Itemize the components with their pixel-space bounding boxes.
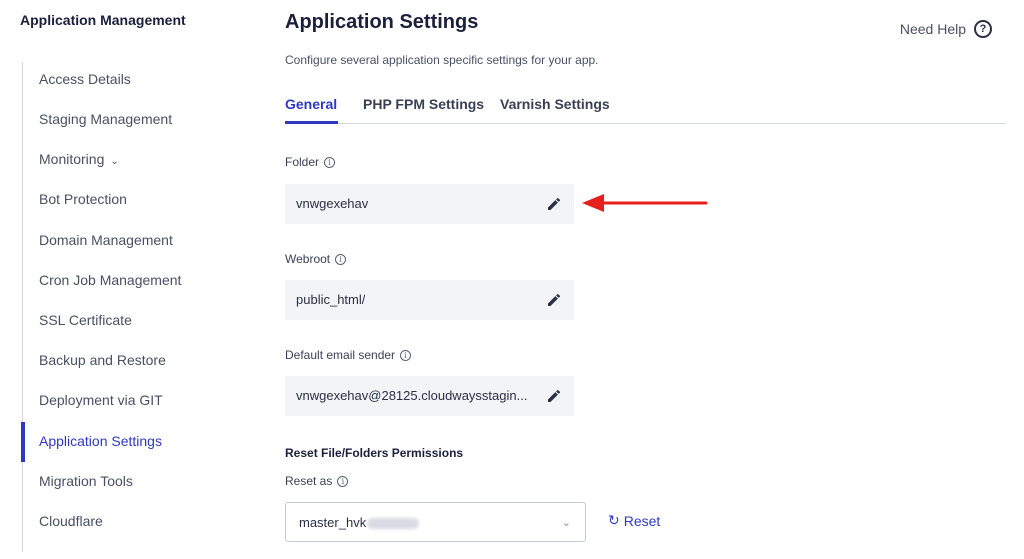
pencil-icon[interactable]	[546, 388, 562, 404]
redacted-text	[367, 518, 420, 530]
info-icon: i	[337, 475, 349, 487]
info-icon: i	[324, 156, 336, 168]
sidebar-item-cloudflare[interactable]: Cloudflare	[39, 513, 103, 529]
sidebar-item-migration-tools[interactable]: Migration Tools	[39, 473, 133, 489]
email-sender-value: vnwgexehav@28125.cloudwaysstagin...	[296, 388, 528, 403]
sidebar-active-indicator	[21, 422, 25, 462]
selected-user-text: master_hvk	[299, 515, 367, 530]
chevron-down-icon: ⌄	[110, 156, 119, 167]
need-help-label: Need Help	[899, 21, 966, 37]
reset-as-select[interactable]: master_hvk ⌄	[285, 502, 586, 542]
sidebar-item-label: Monitoring	[39, 151, 105, 167]
sidebar-item-application-settings[interactable]: Application Settings	[39, 433, 162, 449]
sidebar-item-staging-management[interactable]: Staging Management	[39, 111, 172, 127]
tab-php-fpm-settings[interactable]: PHP FPM Settings	[363, 96, 484, 112]
email-sender-label: Default email sender i	[285, 348, 412, 362]
email-sender-label-text: Default email sender	[285, 348, 396, 362]
folder-label: Folder i	[285, 155, 336, 169]
webroot-field: public_html/	[285, 280, 574, 320]
pencil-icon[interactable]	[546, 292, 562, 308]
sidebar-divider	[22, 62, 23, 552]
reset-as-selected-value: master_hvk	[299, 515, 420, 530]
sidebar-item-monitoring[interactable]: Monitoring ⌄	[39, 151, 119, 167]
reset-permissions-heading: Reset File/Folders Permissions	[285, 446, 464, 460]
sidebar-item-domain-management[interactable]: Domain Management	[39, 232, 173, 248]
sidebar-item-cron-job-management[interactable]: Cron Job Management	[39, 272, 181, 288]
page-title: Application Settings	[285, 11, 479, 33]
webroot-label-text: Webroot	[285, 252, 331, 266]
reset-button[interactable]: ↻ Reset	[608, 512, 660, 529]
reset-button-label: Reset	[623, 512, 661, 529]
folder-field: vnwgexehav	[285, 184, 574, 224]
info-icon: i	[335, 253, 347, 265]
sidebar-item-bot-protection[interactable]: Bot Protection	[39, 191, 127, 207]
reset-as-label: Reset as i	[285, 474, 349, 488]
sidebar-title: Application Management	[20, 12, 186, 28]
help-circle-icon: ?	[974, 20, 992, 38]
page-subtitle: Configure several application specific s…	[285, 53, 599, 67]
annotation-arrow	[582, 194, 708, 212]
refresh-icon: ↻	[608, 512, 620, 528]
folder-label-text: Folder	[285, 155, 320, 169]
sidebar-item-deployment-via-git[interactable]: Deployment via GIT	[39, 392, 163, 408]
settings-tabs: General PHP FPM Settings Varnish Setting…	[285, 96, 1006, 124]
webroot-value: public_html/	[296, 292, 366, 307]
reset-as-label-text: Reset as	[285, 474, 333, 488]
webroot-label: Webroot i	[285, 252, 347, 266]
tab-general[interactable]: General	[285, 96, 337, 112]
active-tab-underline	[285, 121, 338, 124]
sidebar-item-access-details[interactable]: Access Details	[39, 71, 131, 87]
sidebar-item-ssl-certificate[interactable]: SSL Certificate	[39, 312, 132, 328]
need-help-link[interactable]: Need Help ?	[900, 20, 992, 38]
pencil-icon[interactable]	[546, 196, 562, 212]
info-icon: i	[400, 349, 412, 361]
chevron-down-icon: ⌄	[561, 517, 571, 529]
tab-varnish-settings[interactable]: Varnish Settings	[500, 96, 610, 112]
folder-value: vnwgexehav	[296, 196, 369, 211]
sidebar-item-backup-and-restore[interactable]: Backup and Restore	[39, 352, 166, 368]
email-sender-field: vnwgexehav@28125.cloudwaysstagin...	[285, 376, 574, 416]
